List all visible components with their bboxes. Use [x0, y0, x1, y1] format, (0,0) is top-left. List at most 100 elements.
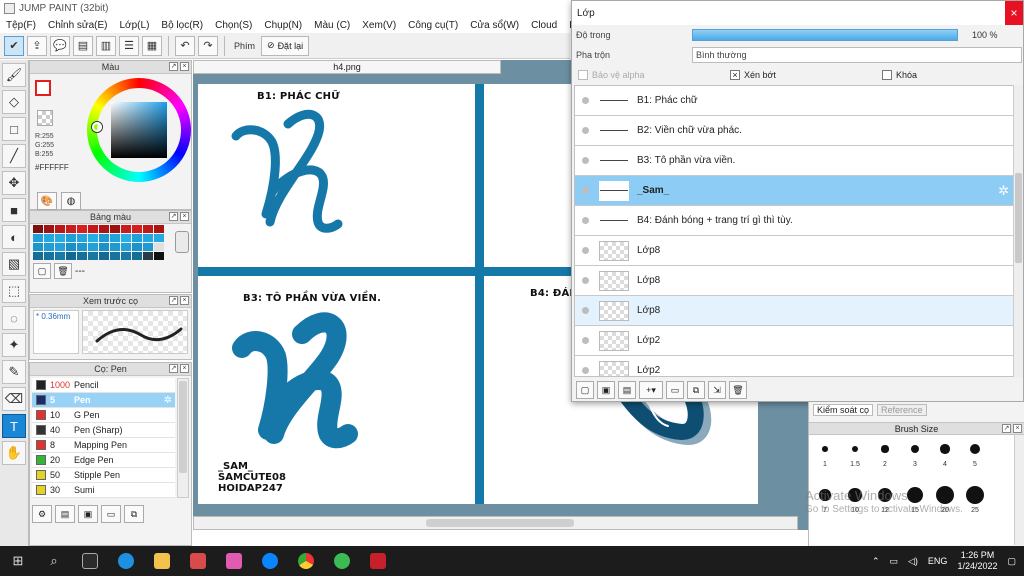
- language-indicator[interactable]: ENG: [928, 556, 948, 566]
- bucket-tool-icon[interactable]: ◐: [2, 225, 26, 249]
- brush-item[interactable]: 20 Edge Pen: [32, 453, 175, 468]
- brush-size-option[interactable]: [969, 443, 981, 455]
- layer-item[interactable]: Lớp2: [575, 326, 1013, 356]
- palette-swatch[interactable]: [88, 252, 98, 260]
- brush-item[interactable]: 50 Stipple Pen: [32, 468, 175, 483]
- palette-swatch[interactable]: [121, 234, 131, 242]
- layer-item[interactable]: B1: Phác chữ: [575, 86, 1013, 116]
- visibility-toggle[interactable]: [575, 337, 595, 344]
- float-icon[interactable]: ↗: [169, 364, 178, 373]
- palette-scrollbar[interactable]: [175, 231, 189, 253]
- zalo-icon[interactable]: [252, 546, 288, 576]
- comment-icon[interactable]: 💬: [50, 35, 70, 56]
- duplicate-icon[interactable]: ⧉: [124, 505, 144, 523]
- undo-icon[interactable]: ↶: [175, 35, 195, 56]
- palette-swatch[interactable]: [55, 234, 65, 242]
- opacity-slider[interactable]: [692, 29, 958, 41]
- app-icon-green[interactable]: [324, 546, 360, 576]
- close-icon[interactable]: ×: [1013, 424, 1022, 433]
- folder-icon[interactable]: ▭: [101, 505, 121, 523]
- duplicate-layer-icon[interactable]: ⧉: [687, 381, 705, 399]
- marquee-tool-icon[interactable]: ⬚: [2, 279, 26, 303]
- layer-item[interactable]: Lớp2: [575, 356, 1013, 376]
- hue-cursor[interactable]: [92, 122, 102, 132]
- close-icon[interactable]: ×: [180, 62, 189, 71]
- palette-swatch[interactable]: [99, 243, 109, 251]
- notification-icon[interactable]: ▢: [1007, 556, 1016, 567]
- new-layer-8bit-icon[interactable]: ▣: [597, 381, 615, 399]
- layer-item[interactable]: B4: Đánh bóng + trang trí gì thì tùy.: [575, 206, 1013, 236]
- close-icon[interactable]: ×: [1005, 1, 1023, 25]
- palette-swatch[interactable]: [110, 252, 120, 260]
- brush-item[interactable]: 5 Pen ✲: [32, 393, 175, 408]
- menu-edit[interactable]: Chỉnh sửa(E): [42, 20, 114, 31]
- new-brush-icon[interactable]: ▤: [55, 505, 75, 523]
- palette-swatch[interactable]: [154, 234, 164, 242]
- palette-swatch[interactable]: [44, 252, 54, 260]
- menu-capture[interactable]: Chụp(N): [258, 20, 308, 31]
- redo-icon[interactable]: ↷: [198, 35, 218, 56]
- reset-button[interactable]: ⊘ Đặt lại: [261, 35, 310, 56]
- palette-swatch[interactable]: [99, 234, 109, 242]
- close-icon[interactable]: ×: [180, 364, 189, 373]
- palette-swatch[interactable]: [132, 234, 142, 242]
- brush-item[interactable]: 30 Sumi: [32, 483, 175, 498]
- visibility-toggle[interactable]: [575, 277, 595, 284]
- layer-item[interactable]: B2: Viền chữ vừa phác.: [575, 116, 1013, 146]
- palette-icon[interactable]: 🎨: [37, 192, 57, 210]
- protect-alpha-checkbox[interactable]: Bảo vệ alpha: [578, 70, 645, 80]
- line-tool-icon[interactable]: ╱: [2, 144, 26, 168]
- palette-swatch[interactable]: [121, 225, 131, 233]
- fill-rect-tool-icon[interactable]: ■: [2, 198, 26, 222]
- gear-icon[interactable]: ✲: [164, 395, 172, 406]
- palette-swatch[interactable]: [88, 234, 98, 242]
- float-icon[interactable]: ↗: [169, 62, 178, 71]
- layer-item[interactable]: B3: Tô phần vừa viền.: [575, 146, 1013, 176]
- palette-swatch[interactable]: [143, 252, 153, 260]
- lock-checkbox[interactable]: Khóa: [882, 70, 917, 80]
- menu-window[interactable]: Cửa sổ(W): [464, 20, 525, 31]
- brush-size-option[interactable]: [851, 445, 859, 453]
- layer-item[interactable]: Lớp8: [575, 296, 1013, 326]
- palette-swatch[interactable]: [66, 252, 76, 260]
- trash-icon[interactable]: 🗑: [54, 263, 72, 279]
- color-mix-icon[interactable]: ◍: [61, 192, 81, 210]
- file-explorer-icon[interactable]: [144, 546, 180, 576]
- check-icon[interactable]: ✔: [4, 35, 24, 56]
- menu-filter[interactable]: Bộ lọc(R): [155, 20, 209, 31]
- text-tool-icon[interactable]: T: [2, 414, 26, 438]
- share-icon[interactable]: ⇪: [27, 35, 47, 56]
- visibility-toggle[interactable]: [575, 217, 595, 224]
- float-icon[interactable]: ↗: [1002, 424, 1011, 433]
- palette-swatch[interactable]: [110, 225, 120, 233]
- document-tab[interactable]: h4.png: [193, 60, 501, 74]
- gradient-tool-icon[interactable]: ▧: [2, 252, 26, 276]
- network-icon[interactable]: ▭: [889, 556, 898, 567]
- visibility-toggle[interactable]: [575, 127, 595, 134]
- close-icon[interactable]: ×: [180, 212, 189, 221]
- list-icon[interactable]: ☰: [119, 35, 139, 56]
- grid-icon[interactable]: ▦: [142, 35, 162, 56]
- chevron-up-icon[interactable]: ⌃: [872, 556, 880, 567]
- palette-swatch[interactable]: [154, 225, 164, 233]
- store-icon[interactable]: [72, 546, 108, 576]
- blend-mode-select[interactable]: Bình thường: [692, 47, 1022, 63]
- gear-icon[interactable]: ✲: [998, 183, 1009, 199]
- palette-swatch[interactable]: [132, 225, 142, 233]
- palette-swatch[interactable]: [44, 225, 54, 233]
- palette-swatch[interactable]: [154, 252, 164, 260]
- menu-view[interactable]: Xem(V): [356, 20, 402, 31]
- palette-swatch[interactable]: [66, 225, 76, 233]
- menu-cloud[interactable]: Cloud: [525, 20, 563, 31]
- palette-swatch[interactable]: [77, 234, 87, 242]
- brush-size-option[interactable]: [910, 444, 920, 454]
- palette-swatch[interactable]: [66, 243, 76, 251]
- paint-app-icon[interactable]: [216, 546, 252, 576]
- brush-copy-icon[interactable]: ▣: [78, 505, 98, 523]
- brush-item[interactable]: 10 G Pen: [32, 408, 175, 423]
- transparent-color-swatch[interactable]: [37, 110, 53, 126]
- menu-tools[interactable]: Công cụ(T): [402, 20, 464, 31]
- add-layer-menu-icon[interactable]: +▾: [639, 381, 663, 399]
- layer-list-scrollbar[interactable]: [1013, 85, 1023, 377]
- palette-swatch[interactable]: [143, 225, 153, 233]
